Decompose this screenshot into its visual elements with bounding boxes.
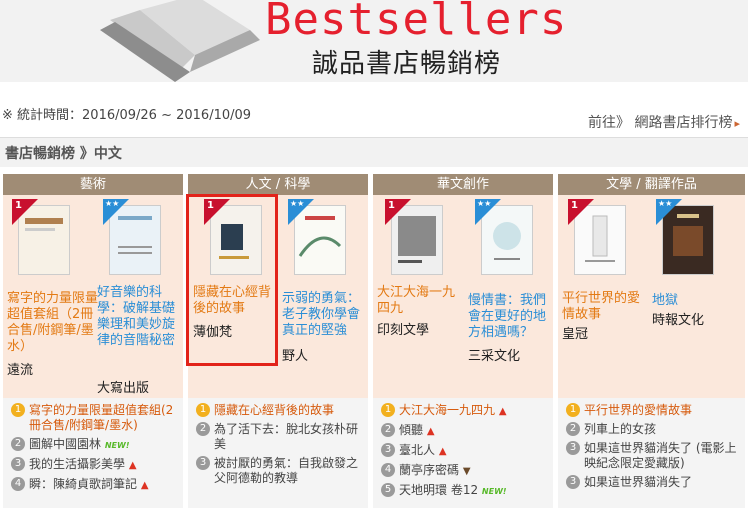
rank-number: 1 bbox=[566, 403, 580, 417]
editor-pick-badge: ★★ bbox=[475, 199, 501, 225]
open-book-graphic bbox=[100, 0, 260, 82]
ranking-list: 1 寫字的力量限量超值套組(2冊合售/附鋼筆/墨水) 2 圖解中國園林 NEW! 3… bbox=[3, 398, 183, 508]
rank-number: 2 bbox=[381, 423, 395, 437]
arrow-up-icon: ▲ bbox=[426, 426, 435, 437]
book-title-link[interactable]: 大江大海一九四九 bbox=[377, 285, 463, 317]
list-item[interactable]: 2 圖解中國園林 NEW! bbox=[3, 437, 183, 453]
book-title-link[interactable]: 平行世界的愛情故事 bbox=[562, 291, 648, 323]
rank-number: 1 bbox=[11, 403, 25, 417]
rank-number: 3 bbox=[566, 475, 580, 489]
book-publisher: 大寫出版 bbox=[97, 381, 150, 396]
rank-number: 5 bbox=[381, 483, 395, 497]
column-featured: 1 ★★ 大江大海一九四九 印刻文學 慢情書：我們會在更好的地方相遇嗎？ 三采文… bbox=[373, 195, 553, 398]
book-title-link[interactable]: 好音樂的科學：破解基礎樂理和美妙旋律的音階秘密 bbox=[97, 285, 181, 349]
rank-badge: 1 bbox=[568, 199, 594, 225]
rank-number: 3 bbox=[196, 456, 210, 470]
book-publisher: 遠流 bbox=[7, 363, 34, 378]
column-chinese-fiction: 華文創作 1 ★★ 大江大海一九四九 印刻文學 慢情書：我們會在更好的地方相遇嗎… bbox=[373, 174, 553, 508]
online-ranking-link[interactable]: 前往》 網路書店排行榜 ▸ bbox=[588, 112, 740, 132]
ranking-list: 1 平行世界的愛情故事 2 列車上的女孩 3 如果這世界貓消失了 (電影上映紀念限定愛… bbox=[558, 398, 745, 508]
editor-pick-badge: ★★ bbox=[288, 199, 314, 225]
arrow-right-icon: ▸ bbox=[734, 117, 740, 130]
book-publisher: 三采文化 bbox=[468, 349, 521, 364]
banner-subtitle: 誠品書店暢銷榜 bbox=[312, 49, 502, 79]
book-title-link[interactable]: 寫字的力量限量超值套組（2冊合售/附鋼筆/墨水） bbox=[7, 291, 103, 355]
list-item[interactable]: 1 寫字的力量限量超值套組(2冊合售/附鋼筆/墨水) bbox=[3, 403, 183, 433]
book-title-link[interactable]: 示弱的勇氣：老子教你學會真正的堅強 bbox=[282, 291, 366, 339]
section-title: 書店暢銷榜 》中文 bbox=[5, 146, 122, 162]
column-art: 藝術 1 ★★ 寫字的力量限量超值套組（2冊合售/附鋼筆/墨水） 遠流 好音樂的… bbox=[3, 174, 183, 508]
rank-number: 1 bbox=[196, 403, 210, 417]
column-header[interactable]: 華文創作 bbox=[373, 174, 553, 195]
list-item[interactable]: 2 為了活下去：脫北女孩朴研美 bbox=[188, 422, 368, 452]
ranking-list: 1 隱藏在心經背後的故事 2 為了活下去：脫北女孩朴研美 3 被討厭的勇氣：自我啟發之… bbox=[188, 398, 368, 508]
book-publisher: 時報文化 bbox=[652, 313, 705, 328]
rank-number: 3 bbox=[11, 457, 25, 471]
list-item[interactable]: 2 列車上的女孩 bbox=[558, 422, 745, 437]
list-item[interactable]: 1 平行世界的愛情故事 bbox=[558, 403, 745, 418]
column-header[interactable]: 文學 / 翻譯作品 bbox=[558, 174, 745, 195]
section-bar: 書店暢銷榜 》中文 bbox=[0, 137, 748, 167]
list-item[interactable]: 3 我的生活攝影美學 ▲ bbox=[3, 457, 183, 473]
arrow-up-icon: ▲ bbox=[140, 480, 149, 491]
rank-number: 4 bbox=[11, 477, 25, 491]
list-item[interactable]: 3 如果這世界貓消失了 bbox=[558, 475, 745, 490]
rank-number: 3 bbox=[566, 441, 580, 455]
list-item[interactable]: 4 瞬：陳綺貞歌詞筆記 ▲ bbox=[3, 477, 183, 493]
column-featured: 1 ★★ 寫字的力量限量超值套組（2冊合售/附鋼筆/墨水） 遠流 好音樂的科學：… bbox=[3, 195, 183, 398]
column-header[interactable]: 人文 / 科學 bbox=[188, 174, 368, 195]
arrow-down-icon: ▼ bbox=[462, 466, 471, 477]
column-literature: 文學 / 翻譯作品 1 ★★ 平行世界的愛情故事 皇冠 地獄 時報文化 1 平行世… bbox=[558, 174, 745, 508]
list-item[interactable]: 5 天地明環 卷12 NEW! bbox=[373, 483, 553, 499]
rank-number: 2 bbox=[566, 422, 580, 436]
rank-number: 1 bbox=[381, 403, 395, 417]
book-publisher: 皇冠 bbox=[562, 327, 589, 342]
rank-badge: 1 bbox=[385, 199, 411, 225]
rank-number: 3 bbox=[381, 443, 395, 457]
rank-badge: 1 bbox=[12, 199, 38, 225]
list-item[interactable]: 1 大江大海一九四九 ▲ bbox=[373, 403, 553, 419]
book-publisher: 印刻文學 bbox=[377, 323, 430, 338]
stats-period: ※ 統計時間：2016/09/26 ~ 2016/10/09 bbox=[2, 108, 252, 123]
arrow-up-icon: ▲ bbox=[498, 406, 507, 417]
rank-number: 2 bbox=[196, 422, 210, 436]
ranking-list: 1 大江大海一九四九 ▲ 2 傾聽 ▲ 3 臺北人 ▲ 4 蘭亭序密碼 ▼ 5 天地明環 … bbox=[373, 398, 553, 508]
book-title-link[interactable]: 慢情書：我們會在更好的地方相遇嗎？ bbox=[468, 293, 550, 341]
column-header[interactable]: 藝術 bbox=[3, 174, 183, 195]
list-item[interactable]: 4 蘭亭序密碼 ▼ bbox=[373, 463, 553, 479]
column-featured: 1 ★★ 平行世界的愛情故事 皇冠 地獄 時報文化 bbox=[558, 195, 745, 398]
banner: Bestsellers 誠品書店暢銷榜 bbox=[0, 0, 748, 82]
book-publisher: 野人 bbox=[282, 349, 309, 364]
editor-pick-badge: ★★ bbox=[656, 199, 682, 225]
book-title-link[interactable]: 地獄 bbox=[652, 293, 736, 309]
new-badge: NEW! bbox=[481, 487, 507, 496]
list-item[interactable]: 2 傾聽 ▲ bbox=[373, 423, 553, 439]
arrow-up-icon: ▲ bbox=[128, 460, 137, 471]
rank-number: 4 bbox=[381, 463, 395, 477]
list-item[interactable]: 1 隱藏在心經背後的故事 bbox=[188, 403, 368, 418]
rank-number: 2 bbox=[11, 437, 25, 451]
highlight-box bbox=[186, 194, 278, 366]
list-item[interactable]: 3 被討厭的勇氣：自我啟發之父阿德勒的教導 bbox=[188, 456, 368, 486]
arrow-up-icon: ▲ bbox=[438, 446, 447, 457]
editor-pick-badge: ★★ bbox=[103, 199, 129, 225]
list-item[interactable]: 3 臺北人 ▲ bbox=[373, 443, 553, 459]
banner-title: Bestsellers bbox=[265, 0, 568, 45]
online-ranking-label: 前往》 網路書店排行榜 bbox=[588, 115, 733, 131]
list-item[interactable]: 3 如果這世界貓消失了 (電影上映紀念限定愛藏版) bbox=[558, 441, 745, 471]
new-badge: NEW! bbox=[104, 441, 130, 450]
